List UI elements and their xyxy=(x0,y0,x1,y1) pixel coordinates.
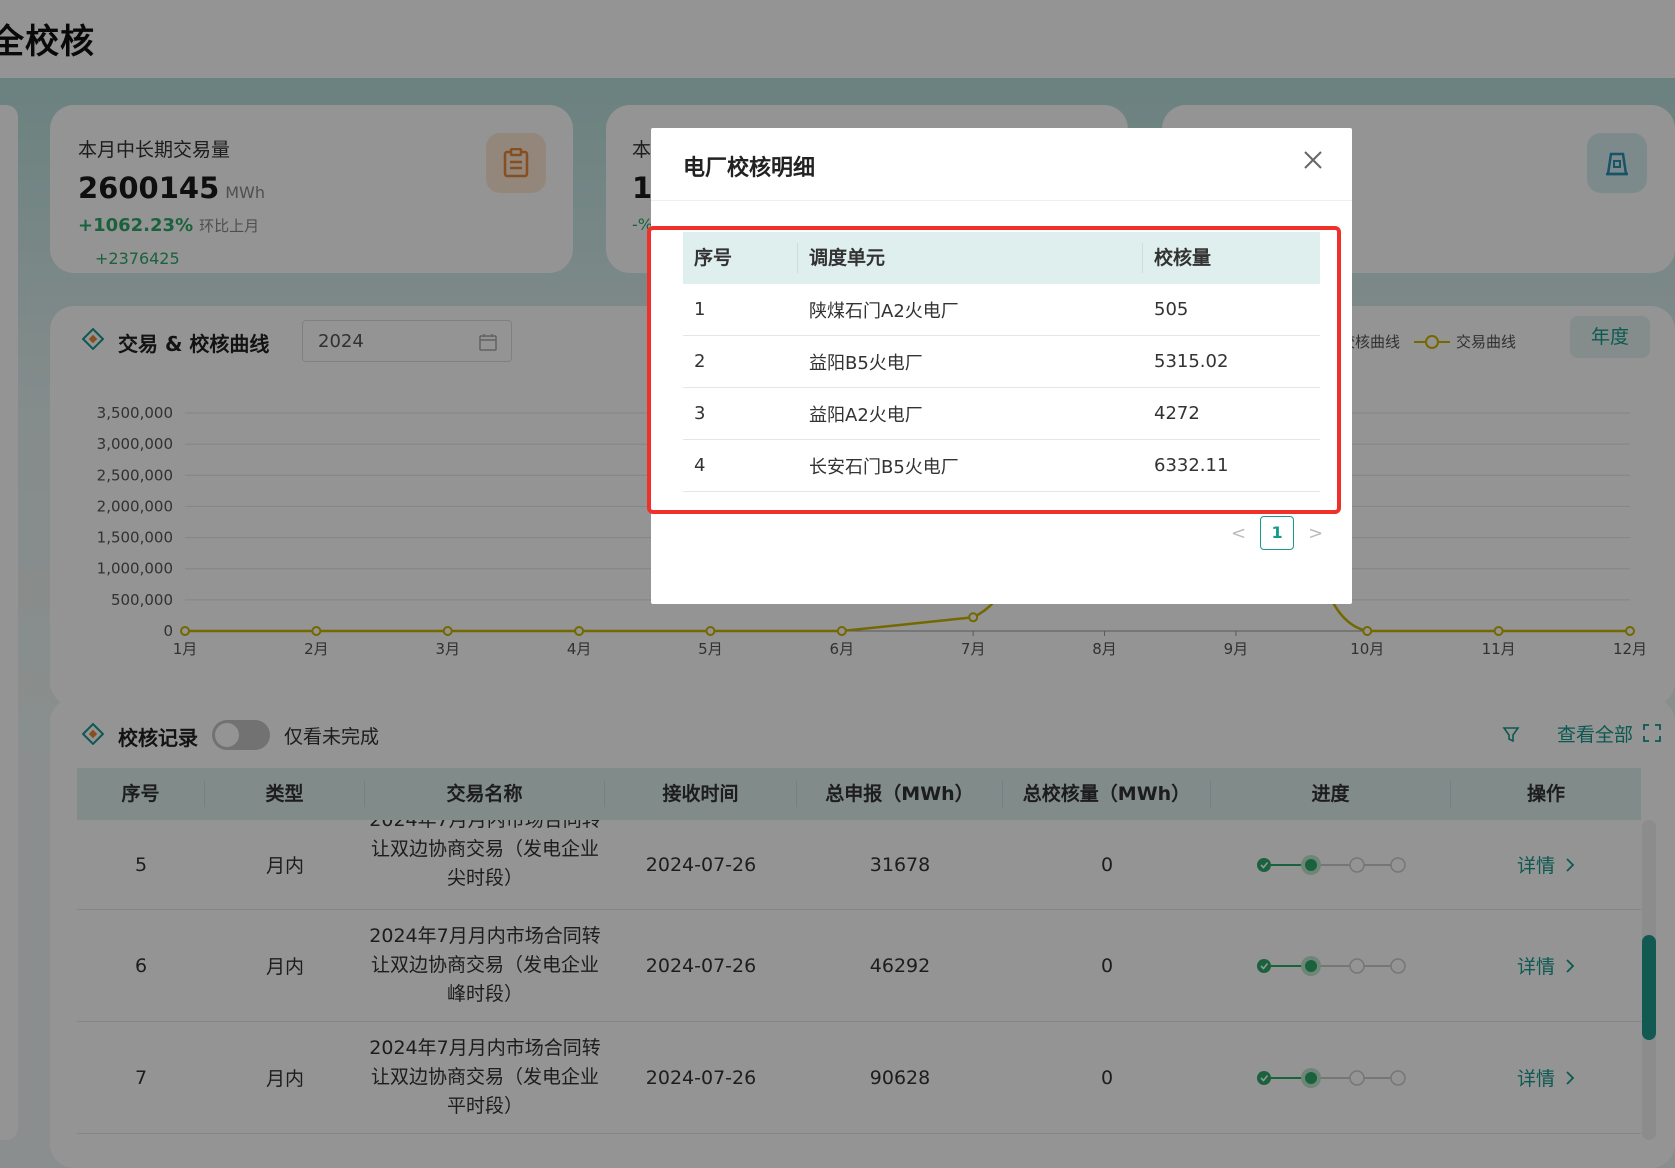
modal-title: 电厂校核明细 xyxy=(683,156,816,181)
page-number[interactable]: 1 xyxy=(1260,516,1295,550)
highlight-box xyxy=(647,226,1341,514)
pagination: < 1 > xyxy=(1231,516,1323,550)
prev-page-icon[interactable]: < xyxy=(1231,523,1246,544)
next-page-icon[interactable]: > xyxy=(1308,523,1323,544)
close-icon[interactable] xyxy=(1303,150,1323,170)
modal-divider xyxy=(651,200,1352,201)
